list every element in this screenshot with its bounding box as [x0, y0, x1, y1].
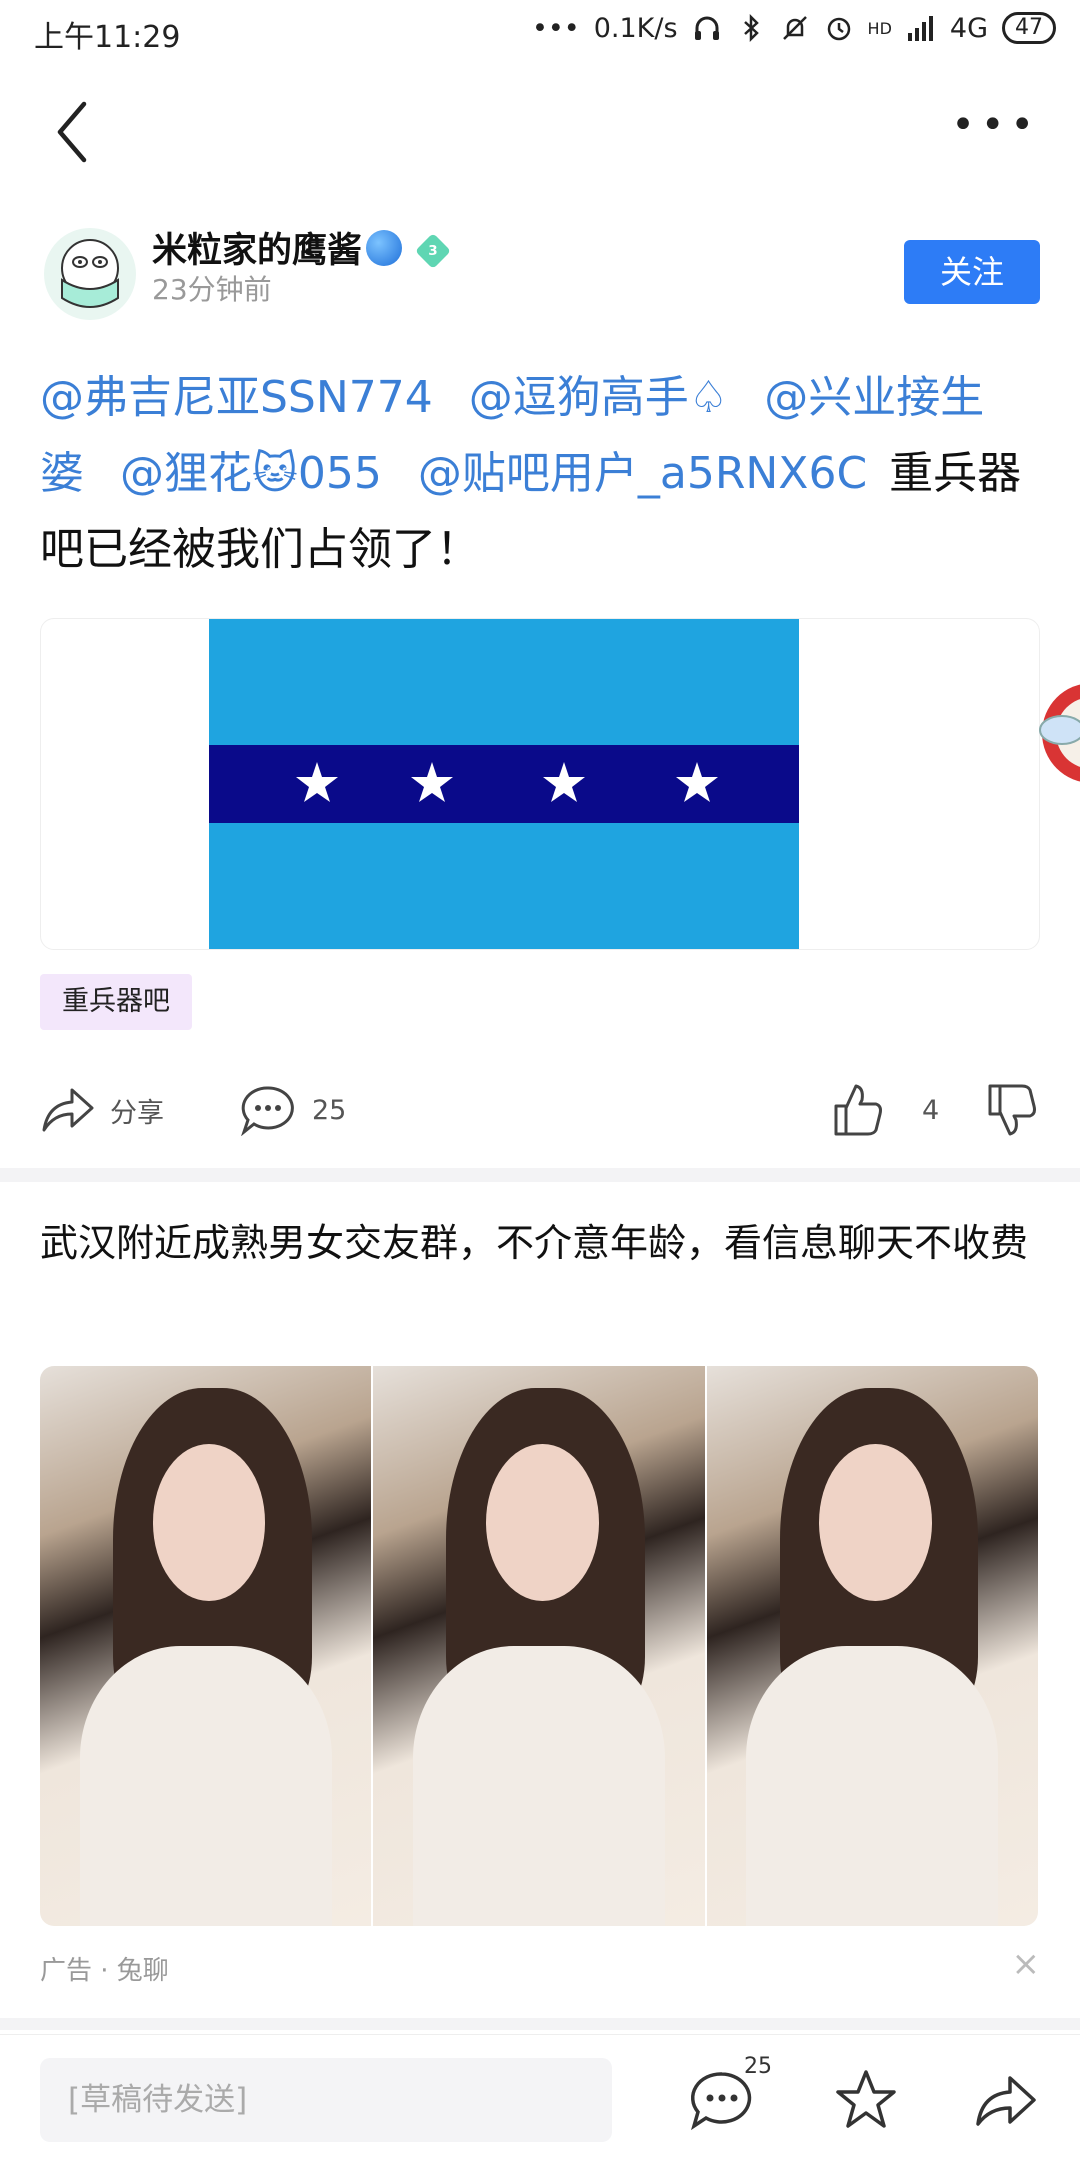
comment-count: 25: [312, 1094, 347, 1126]
share-label: 分享: [110, 1097, 164, 1129]
comment-button[interactable]: 25: [240, 1080, 346, 1140]
draft-input[interactable]: [草稿待发送]: [40, 2058, 612, 2142]
headphone-icon: [694, 16, 719, 40]
share-icon: [42, 1088, 94, 1132]
more-icon[interactable]: •••: [951, 105, 1040, 145]
flag-image: [209, 619, 799, 949]
follow-button[interactable]: 关注: [904, 240, 1040, 304]
post-image[interactable]: [40, 618, 1040, 950]
ad-photo: [40, 1366, 372, 1926]
alarm-icon: [827, 17, 850, 41]
comment-badge: 25: [744, 2054, 772, 2079]
share-button[interactable]: 分享: [40, 1080, 164, 1140]
battery-indicator: 47: [1002, 12, 1056, 44]
status-time: 上午11:29: [34, 20, 181, 55]
status-right: ••• 0.1K/s HD 4G 47: [532, 12, 1056, 44]
ad-title[interactable]: 武汉附近成熟男女交友群，不介意年龄，看信息聊天不收费: [40, 1208, 1040, 1278]
floating-mascot-icon[interactable]: [1032, 672, 1080, 794]
mention-link[interactable]: @逗狗高手♤: [469, 372, 728, 423]
ad-close-icon[interactable]: ×: [1012, 1944, 1041, 1984]
signal-hd: HD: [867, 18, 892, 38]
bluetooth-icon: [743, 13, 759, 43]
ad-photo: [371, 1366, 707, 1926]
back-arrow-icon[interactable]: [50, 96, 110, 166]
author-name-text: 米粒家的鹰酱: [152, 231, 363, 271]
mention-link[interactable]: @狸花🐱055: [120, 448, 382, 499]
signal-icon: [907, 16, 933, 41]
post-text: @弗吉尼亚SSN774 @逗狗高手♤ @兴业接生婆 @狸花🐱055 @贴吧用户_…: [40, 360, 1040, 588]
like-button[interactable]: 4: [832, 1080, 939, 1140]
section-divider: [0, 2018, 1080, 2030]
mention-link[interactable]: @弗吉尼亚SSN774: [40, 372, 433, 423]
avatar[interactable]: [44, 228, 136, 320]
comment-icon: [241, 1086, 294, 1136]
globe-icon: [366, 230, 403, 266]
dislike-icon[interactable]: [986, 1082, 1038, 1138]
forward-icon[interactable]: [972, 2066, 1040, 2134]
avatar-face-icon: [61, 239, 119, 308]
like-count: 4: [922, 1094, 940, 1126]
dots-icon: •••: [531, 12, 580, 44]
author-name[interactable]: 米粒家的鹰酱 3: [152, 222, 452, 273]
level-badge-icon: 3: [414, 232, 452, 270]
net-speed: 0.1K/s: [593, 12, 678, 44]
forum-tag[interactable]: 重兵器吧: [40, 974, 192, 1030]
level-number: 3: [428, 242, 438, 259]
section-divider: [0, 1168, 1080, 1182]
post-time: 23分钟前: [152, 273, 272, 306]
mute-bell-icon: [782, 16, 807, 40]
mention-link[interactable]: @贴吧用户_a5RNX6C: [418, 448, 867, 499]
network-type: 4G: [949, 12, 988, 44]
ad-label: 广告 · 兔聊: [40, 1956, 169, 1986]
like-icon: [834, 1084, 882, 1136]
status-bar: 上午11:29 ••• 0.1K/s HD 4G 47: [0, 0, 1080, 64]
ad-images[interactable]: [40, 1366, 1038, 1926]
ad-photo: [706, 1366, 1038, 1926]
star-icon[interactable]: [832, 2066, 900, 2134]
